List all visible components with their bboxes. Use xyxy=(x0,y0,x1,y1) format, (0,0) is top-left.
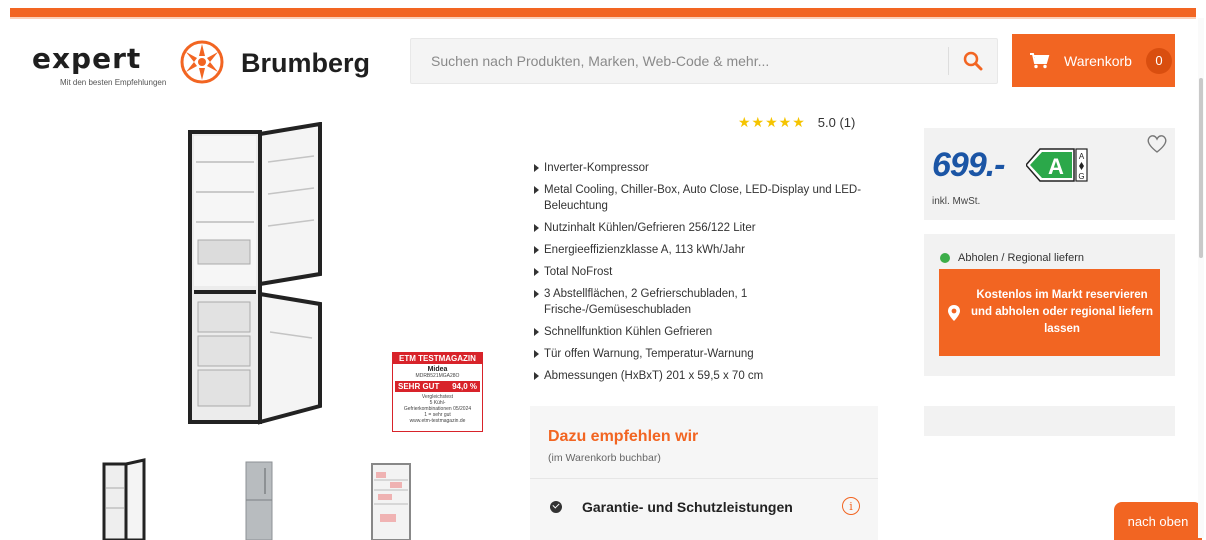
pickup-panel: Abholen / Regional liefern Kostenlos im … xyxy=(924,234,1175,376)
warranty-label: Garantie- und Schutzleistungen xyxy=(582,499,793,515)
feature-item: Metal Cooling, Chiller-Box, Auto Close, … xyxy=(534,182,874,214)
energy-class: A xyxy=(1048,154,1064,179)
availability-status: Abholen / Regional liefern xyxy=(940,252,1084,264)
scrollbar[interactable] xyxy=(1198,18,1204,538)
logo-sun-icon xyxy=(180,40,224,84)
search-bar xyxy=(410,38,998,84)
top-accent-shadow xyxy=(10,17,1196,19)
site-logo[interactable]: expert Brumberg Mit den besten Empfehlun… xyxy=(32,38,392,92)
recommend-divider xyxy=(530,478,878,479)
availability-text: Abholen / Regional liefern xyxy=(958,252,1084,264)
cart-icon xyxy=(1030,52,1050,68)
feature-list: Inverter-Kompressor Metal Cooling, Chill… xyxy=(534,160,874,390)
back-to-top-button[interactable]: nach oben xyxy=(1114,502,1202,540)
recommend-title: Dazu empfehlen wir xyxy=(548,428,699,445)
badge-grade: SEHR GUT xyxy=(398,382,440,391)
warranty-option[interactable]: Garantie- und Schutzleistungen i xyxy=(550,496,860,518)
cart-label: Warenkorb xyxy=(1064,52,1132,69)
info-icon[interactable]: i xyxy=(842,497,860,515)
cart-button[interactable]: Warenkorb 0 xyxy=(1012,34,1175,87)
logo-city: Brumberg xyxy=(241,48,371,78)
product-rating[interactable]: ★★★★★ 5.0 (1) xyxy=(738,114,855,131)
logo-brand: expert xyxy=(32,42,142,75)
feature-item: Abmessungen (HxBxT) 201 x 59,5 x 70 cm xyxy=(534,368,874,384)
heart-icon[interactable] xyxy=(1146,134,1168,154)
thumbnail-1[interactable] xyxy=(102,458,146,540)
badge-url: www.etm-testmagazin.de xyxy=(409,418,466,424)
search-input[interactable] xyxy=(411,39,941,83)
price-panel: 699.- A A G inkl. MwSt. xyxy=(924,128,1175,220)
energy-scale-top: A xyxy=(1079,152,1085,161)
availability-dot-icon xyxy=(940,253,950,263)
rating-text: 5.0 (1) xyxy=(817,115,856,130)
search-icon xyxy=(963,51,983,71)
product-price: 699.- xyxy=(932,146,1005,184)
vat-note: inkl. MwSt. xyxy=(932,196,981,207)
location-pin-icon xyxy=(948,304,960,321)
recommend-subtitle: (im Warenkorb buchbar) xyxy=(548,452,661,464)
reserve-button-label: Kostenlos im Markt reservieren und abhol… xyxy=(970,289,1154,335)
search-button[interactable] xyxy=(953,45,993,77)
energy-scale-bottom: G xyxy=(1078,172,1084,181)
feature-item: Schnellfunktion Kühlen Gefrieren xyxy=(534,324,874,340)
search-divider xyxy=(948,47,949,75)
check-circle-icon xyxy=(550,501,562,513)
badge-brand: Midea xyxy=(427,366,448,373)
energy-label-icon[interactable]: A A G xyxy=(1026,148,1088,182)
badge-model: MDRB521MGA28O xyxy=(415,373,460,379)
cart-count-badge: 0 xyxy=(1145,47,1172,74)
thumbnail-2[interactable] xyxy=(244,458,274,540)
rating-stars-icon: ★★★★★ xyxy=(738,114,806,130)
recommend-panel: Dazu empfehlen wir (im Warenkorb buchbar… xyxy=(530,406,878,540)
feature-item: 3 Abstellflächen, 2 Gefrierschubladen, 1… xyxy=(534,286,874,318)
badge-date: 05/2024 xyxy=(453,406,472,412)
test-award-badge: ETM TESTMAGAZIN Midea MDRB521MGA28O SEHR… xyxy=(392,352,483,432)
badge-magazine: ETM TESTMAGAZIN xyxy=(393,353,482,364)
product-image[interactable] xyxy=(188,122,326,432)
feature-item: Energieeffizienzklasse A, 113 kWh/Jahr xyxy=(534,242,874,258)
feature-item: Tür offen Warnung, Temperatur-Warnung xyxy=(534,346,874,362)
reserve-button[interactable]: Kostenlos im Markt reservieren und abhol… xyxy=(939,269,1160,356)
badge-score: 94,0 % xyxy=(452,382,477,391)
feature-item: Inverter-Kompressor xyxy=(534,160,874,176)
feature-item: Total NoFrost xyxy=(534,264,874,280)
sidebar-empty-panel xyxy=(924,406,1175,436)
top-accent-bar xyxy=(10,8,1196,17)
badge-grade-row: SEHR GUT 94,0 % xyxy=(395,381,480,392)
feature-item: Nutzinhalt Kühlen/Gefrieren 256/122 Lite… xyxy=(534,220,874,236)
logo-tagline: Mit den besten Empfehlungen xyxy=(60,78,167,87)
thumbnail-3[interactable] xyxy=(370,458,414,540)
